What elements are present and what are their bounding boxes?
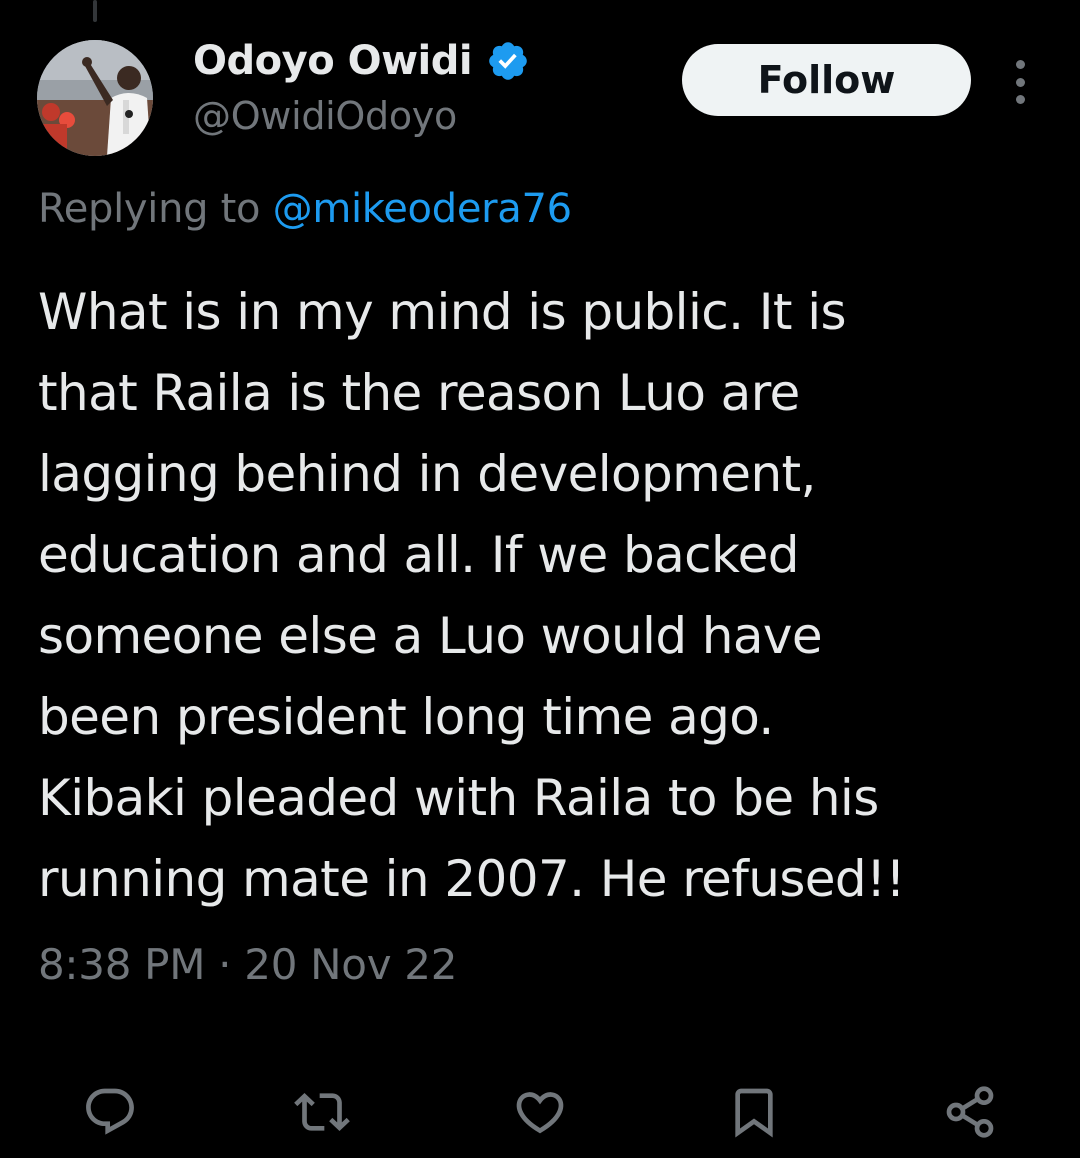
more-options-icon[interactable] xyxy=(1004,60,1036,104)
tweet-text: What is in my mind is public. It is that… xyxy=(38,272,1048,920)
tweet-text-line: that Raila is the reason Luo are xyxy=(38,364,800,422)
tweet-text-line: What is in my mind is public. It is xyxy=(38,283,847,341)
reply-icon xyxy=(86,1088,134,1135)
tweet-text-line: been president long time ago. xyxy=(38,688,774,746)
like-button[interactable] xyxy=(510,1082,570,1142)
tweet-text-line: lagging behind in development, xyxy=(38,445,816,503)
retweet-button[interactable] xyxy=(292,1082,352,1142)
reply-mention-link[interactable]: @mikeodera76 xyxy=(273,186,572,232)
thread-connector-line xyxy=(93,0,97,22)
retweet-icon xyxy=(294,1093,350,1131)
like-icon xyxy=(516,1092,564,1134)
tweet-text-line: Kibaki pleaded with Raila to be his xyxy=(38,769,879,827)
bookmark-icon xyxy=(735,1088,773,1138)
verified-badge-icon xyxy=(489,42,527,80)
reply-context: Replying to @mikeodera76 xyxy=(38,186,572,232)
action-bar xyxy=(0,1076,1080,1146)
reply-prefix: Replying to xyxy=(38,186,273,232)
follow-button[interactable]: Follow xyxy=(682,44,971,116)
author-display-name[interactable]: Odoyo Owidi xyxy=(193,38,473,84)
share-button[interactable] xyxy=(940,1082,1000,1142)
tweet-text-line: education and all. If we backed xyxy=(38,526,800,584)
share-icon xyxy=(946,1086,994,1138)
tweet-text-line: someone else a Luo would have xyxy=(38,607,823,665)
bookmark-button[interactable] xyxy=(724,1082,784,1142)
reply-button[interactable] xyxy=(80,1082,140,1142)
avatar[interactable] xyxy=(37,40,153,156)
tweet-text-line: running mate in 2007. He refused!! xyxy=(38,850,906,908)
tweet-timestamp[interactable]: 8:38 PM · 20 Nov 22 xyxy=(38,940,457,989)
author-handle[interactable]: @OwidiOdoyo xyxy=(193,94,457,138)
